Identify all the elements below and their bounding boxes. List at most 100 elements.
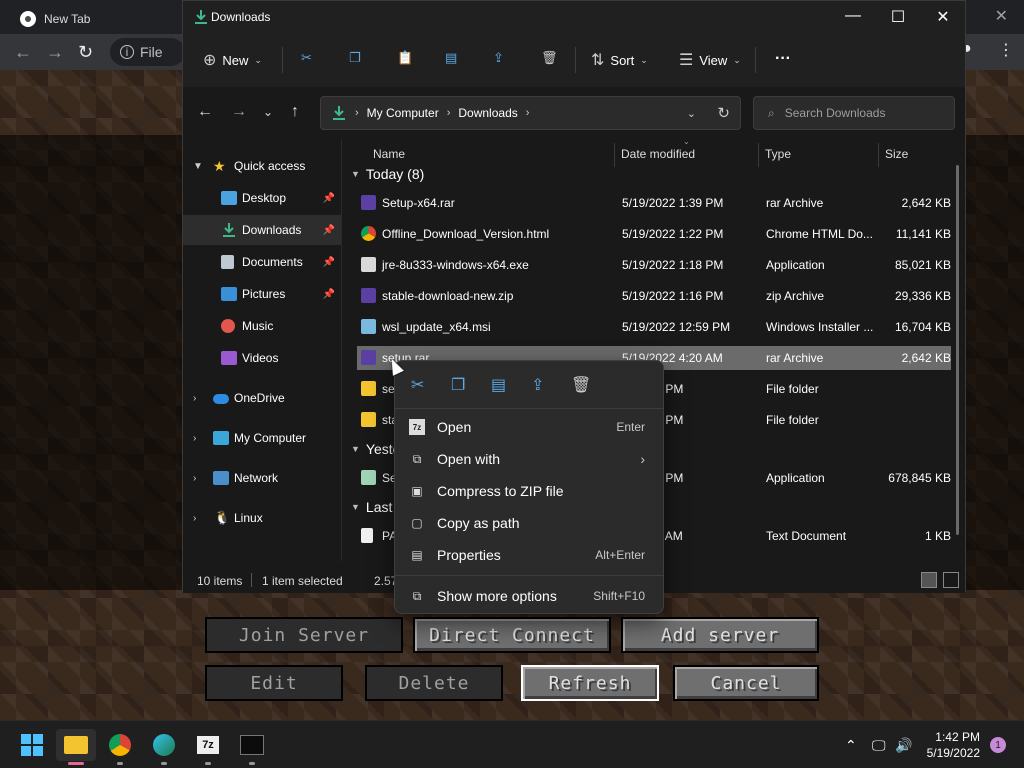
file-size: 16,704 KB [894,320,951,334]
rename-icon[interactable]: ▤ [491,375,506,395]
forward-icon[interactable]: → [231,103,247,121]
sort-button[interactable]: ⇅ Sort ⌄ [591,50,648,70]
delete-button[interactable]: Delete [365,665,503,701]
breadcrumb-downloads[interactable]: Downloads [458,106,517,120]
volume-icon[interactable]: 🔊 [895,737,912,754]
vertical-scrollbar[interactable] [956,165,959,535]
address-bar[interactable]: › My Computer › Downloads › ⌄ ↻ [320,96,741,130]
7zip-taskbar-button[interactable]: 7z [192,729,224,765]
chevron-up-icon[interactable]: ⌃ [845,737,857,754]
share-icon[interactable]: ⇪ [493,50,504,66]
rename-icon[interactable]: ▤ [445,50,457,66]
refresh-icon[interactable]: ↻ [717,104,730,122]
sidebar-item-music[interactable]: Music [183,311,341,341]
file-row[interactable]: Offline_Download_Version.html 5/19/2022 … [357,222,951,246]
breadcrumb-my-computer[interactable]: My Computer [367,106,439,120]
breadcrumb-separator-icon: › [525,107,530,119]
search-input[interactable]: ⌕ Search Downloads [753,96,955,130]
recent-locations-icon[interactable]: ⌄ [263,105,273,119]
address-dropdown-icon[interactable]: ⌄ [687,107,696,120]
copy-icon[interactable]: ❐ [349,50,361,66]
minimize-icon[interactable]: — [830,7,876,25]
sidebar-item-my-computer[interactable]: › My Computer [183,423,341,453]
view-button[interactable]: ☰ View ⌄ [679,50,741,70]
sidebar-item-documents[interactable]: Documents 📌 [183,247,341,277]
file-name: se [382,382,395,396]
folder-icon [64,736,88,754]
edit-button[interactable]: Edit [205,665,343,701]
sidebar-item-quick-access[interactable]: ▼ ★ Quick access [183,151,341,181]
search-placeholder: Search Downloads [784,106,886,120]
file-row[interactable]: stable-download-new.zip 5/19/2022 1:16 P… [357,284,951,308]
file-type: rar Archive [766,196,824,210]
close-icon[interactable]: ✕ [920,7,966,27]
notification-badge[interactable]: 1 [990,737,1006,753]
sidebar-item-desktop[interactable]: Desktop 📌 [183,183,341,213]
direct-connect-button[interactable]: Direct Connect [413,617,611,653]
edge-taskbar-button[interactable] [148,729,180,765]
refresh-button[interactable]: Refresh [521,665,659,701]
explorer-titlebar[interactable]: Downloads — ☐ ✕ [183,1,965,33]
sidebar-item-network[interactable]: › Network [183,463,341,493]
sidebar-item-label: Quick access [234,159,306,173]
browser-reload-icon[interactable]: ↻ [78,42,93,63]
delete-icon[interactable]: 🗑 [541,50,558,66]
cut-icon[interactable]: ✂ [411,375,424,395]
sidebar-item-videos[interactable]: Videos [183,343,341,373]
network-icon[interactable]: 🖵 [872,737,886,754]
file-type: Text Document [766,529,847,543]
group-header-last[interactable]: ▼ Last [351,499,392,515]
sort-indicator-icon: ⌄ [683,139,690,146]
menu-item-compress-zip[interactable]: ▣ Compress to ZIP file [401,477,657,505]
up-icon[interactable]: ↑ [291,103,299,121]
column-header-size[interactable]: Size [877,139,957,169]
maximize-icon[interactable]: ☐ [875,7,921,27]
delete-icon[interactable]: 🗑 [571,375,591,395]
browser-back-icon[interactable]: ← [14,42,32,63]
share-icon[interactable]: ⇪ [531,375,544,395]
terminal-taskbar-button[interactable] [236,729,268,765]
cut-icon[interactable]: ✂ [301,50,312,66]
browser-forward-icon[interactable]: → [46,42,64,63]
cancel-button[interactable]: Cancel [673,665,819,701]
menu-item-properties[interactable]: ▤ Properties Alt+Enter [401,541,657,569]
new-button[interactable]: ⊕ New ⌄ [203,50,262,70]
menu-item-copy-as-path[interactable]: ▢ Copy as path [401,509,657,537]
pane-divider[interactable] [341,139,342,561]
browser-close-icon[interactable]: ✕ [995,6,1008,26]
file-row[interactable]: wsl_update_x64.msi 5/19/2022 12:59 PM Wi… [357,315,951,339]
file-row[interactable]: Setup-x64.rar 5/19/2022 1:39 PM rar Arch… [357,191,951,215]
join-server-button[interactable]: Join Server [205,617,403,653]
menu-item-open-with[interactable]: ⧉ Open with › [401,445,657,473]
terminal-icon [240,735,264,755]
sidebar-item-onedrive[interactable]: › OneDrive [183,383,341,413]
group-header-today[interactable]: ▼ Today (8) [351,166,424,182]
start-button[interactable] [16,729,48,761]
copy-icon[interactable]: ❐ [451,375,465,395]
file-row[interactable]: jre-8u333-windows-x64.exe 5/19/2022 1:18… [357,253,951,277]
menu-item-show-more-options[interactable]: ⧉ Show more options Shift+F10 [401,582,657,610]
sidebar-item-linux[interactable]: › 🐧 Linux [183,503,341,533]
context-menu: ✂ ❐ ▤ ⇪ 🗑 7z Open Enter ⧉ Open with › ▣ … [394,360,664,614]
browser-tab[interactable]: New Tab [8,4,178,34]
menu-item-open[interactable]: 7z Open Enter [401,413,657,441]
chrome-html-icon [361,226,376,241]
add-server-button[interactable]: Add server [621,617,819,653]
column-header-name[interactable]: Name [365,139,615,169]
chevron-right-icon: › [193,392,197,404]
browser-omnibox[interactable]: i File [110,38,185,66]
back-icon[interactable]: ← [197,103,213,121]
paste-icon[interactable]: 📋 [397,50,413,66]
details-view-icon[interactable] [921,572,937,588]
sidebar-item-downloads[interactable]: Downloads 📌 [183,215,341,245]
column-header-date[interactable]: Date modified ⌄ [613,139,757,169]
sidebar-item-pictures[interactable]: Pictures 📌 [183,279,341,309]
more-options-icon[interactable]: ··· [775,50,791,68]
system-clock[interactable]: 1:42 PM 5/19/2022 [927,729,980,761]
chrome-taskbar-button[interactable] [104,729,136,765]
column-header-type[interactable]: Type [757,139,877,169]
running-indicator [68,762,84,765]
file-explorer-taskbar-button[interactable] [56,729,96,765]
browser-menu-icon[interactable]: ⋮ [998,40,1014,60]
tiles-view-icon[interactable] [943,572,959,588]
